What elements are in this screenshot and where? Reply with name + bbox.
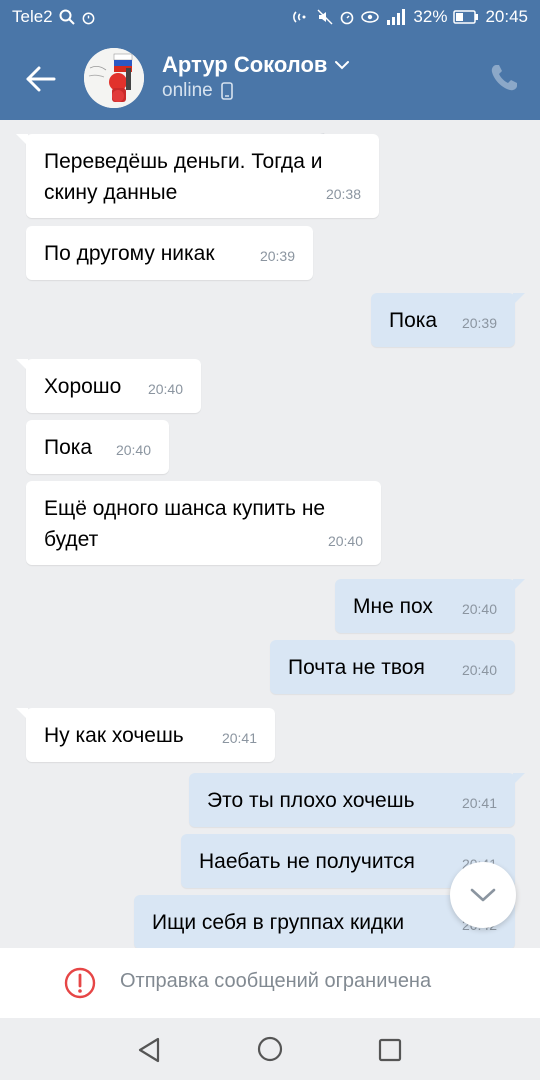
message-incoming[interactable]: Пока 20:40 (26, 420, 169, 474)
signal-icon (387, 9, 406, 25)
contact-status-row: online (162, 80, 233, 102)
contact-name: Артур Соколов (162, 52, 328, 77)
message-time: 20:40 (461, 662, 497, 678)
message-text: Мне пох (353, 595, 433, 618)
nav-home-icon[interactable] (257, 1036, 283, 1062)
battery-percent: 32% (413, 7, 448, 26)
chat-header: Артур Соколов online (0, 36, 540, 120)
message-incoming[interactable]: Ещё одного шанса купить не будет 20:40 (26, 481, 381, 565)
message-time: 20:40 (327, 533, 363, 549)
message-text: Переведёшь деньги. Тогда и скину данные (44, 150, 323, 204)
message-outgoing[interactable]: Почта не твоя 20:40 (270, 640, 515, 694)
message-outgoing[interactable]: Мне пох 20:40 (335, 579, 525, 633)
status-bar: Tele2 32% 20:45 (0, 0, 540, 36)
restriction-text: Отправка сообщений ограничена (120, 970, 432, 992)
message-outgoing[interactable]: Пока 20:39 (371, 293, 525, 347)
alarm-clock-icon (341, 11, 354, 25)
message-incoming[interactable]: Переведёшь деньги. Тогда и скину данные … (16, 134, 379, 218)
nav-recent-apps-icon[interactable] (378, 1038, 402, 1062)
chevron-down-icon (335, 61, 350, 70)
message-text: Ещё одного шанса купить не будет (44, 497, 326, 551)
message-text: Наебать не получится (199, 850, 415, 873)
message-time: 20:40 (115, 442, 151, 458)
mute-icon (317, 9, 333, 25)
message-text: Ну как хочешь (44, 724, 184, 747)
message-text: Почта не твоя (288, 656, 425, 679)
message-text: Пока (44, 436, 93, 459)
call-button[interactable] (488, 62, 520, 94)
message-text: Ищи себя в группах кидки (152, 911, 405, 934)
contact-title[interactable]: Артур Соколов (162, 52, 350, 78)
scroll-to-bottom-button[interactable] (450, 862, 516, 928)
phone-device-icon (220, 82, 233, 100)
arrow-left-icon (26, 66, 56, 92)
system-nav-bar (0, 1018, 540, 1080)
messaging-restricted-bar: Отправка сообщений ограничена (0, 948, 540, 1018)
message-time: 20:38 (325, 186, 361, 202)
message-time: 20:40 (461, 601, 497, 617)
nav-back-icon[interactable] (136, 1036, 162, 1064)
exclamation-circle-icon (64, 967, 96, 999)
battery-icon (453, 10, 479, 24)
clock: 20:45 (485, 7, 528, 26)
avatar-image (84, 48, 144, 108)
message-text: Хорошо (44, 375, 122, 398)
alarm-icon (82, 12, 95, 24)
chevron-down-icon (470, 888, 496, 902)
message-time: 20:41 (461, 795, 497, 811)
online-status: online (162, 80, 213, 101)
message-list[interactable]: Сегодня, 25 ноября Переведёшь деньги. То… (0, 120, 540, 948)
message-text: По другому никак (44, 242, 215, 265)
message-time: 20:40 (147, 381, 183, 397)
message-text: Пока (389, 309, 438, 332)
message-incoming[interactable]: По другому никак 20:39 (26, 226, 313, 280)
eye-icon (361, 11, 380, 23)
search-icon (59, 9, 75, 25)
carrier-label: Tele2 (12, 7, 53, 26)
message-incoming[interactable]: Ну как хочешь 20:41 (16, 708, 275, 762)
message-outgoing[interactable]: Это ты плохо хочешь 20:41 (189, 773, 525, 827)
nfc-icon (293, 11, 306, 23)
message-incoming[interactable]: Хорошо 20:40 (16, 359, 201, 413)
message-time: 20:39 (461, 315, 497, 331)
message-time: 20:41 (221, 730, 257, 746)
back-button[interactable] (16, 54, 66, 104)
message-text: Это ты плохо хочешь (207, 789, 415, 812)
avatar[interactable] (84, 48, 144, 108)
phone-call-icon (491, 65, 517, 91)
message-time: 20:39 (259, 248, 295, 264)
